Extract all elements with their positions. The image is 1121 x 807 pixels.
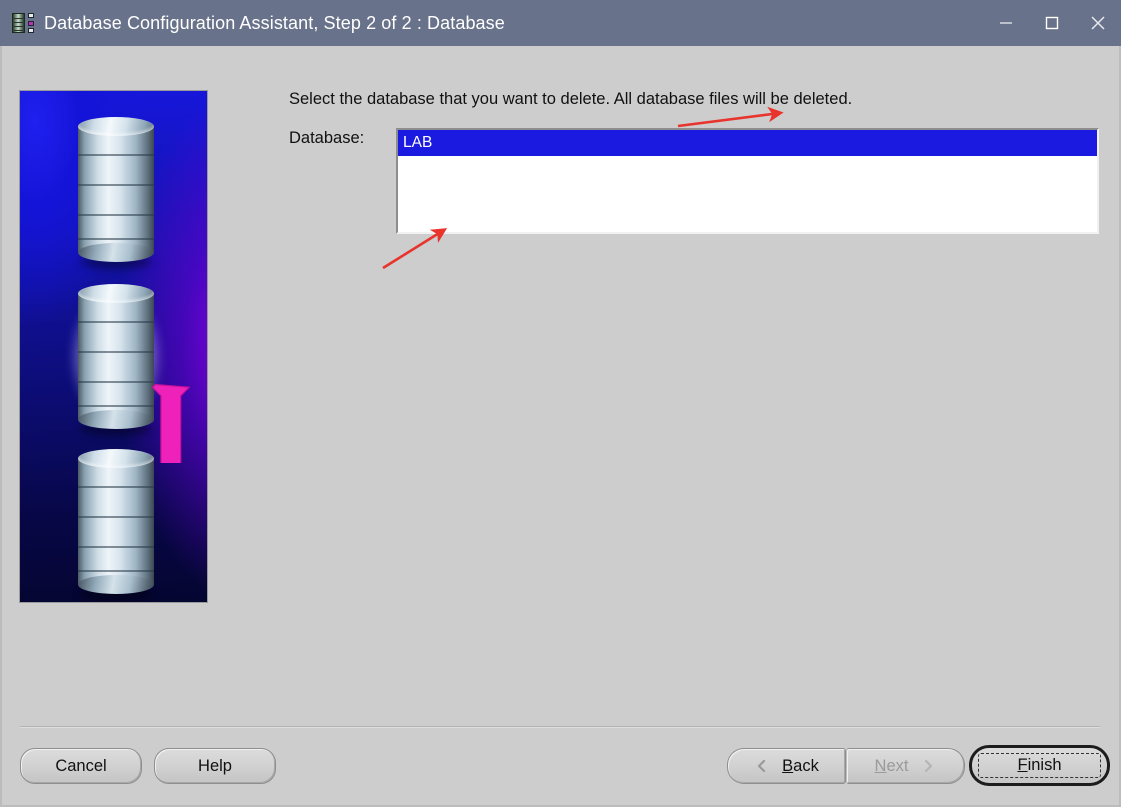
chevron-left-icon xyxy=(754,758,770,774)
finish-button[interactable]: Finish xyxy=(969,745,1110,786)
title-bar: Database Configuration Assistant, Step 2… xyxy=(0,0,1121,46)
next-button[interactable]: Next xyxy=(846,748,965,784)
page-instruction: Select the database that you want to del… xyxy=(289,90,853,108)
back-label-rest: ack xyxy=(793,756,819,775)
list-item[interactable]: LAB xyxy=(398,130,1097,156)
back-mnemonic: B xyxy=(782,756,794,775)
finish-button-focus-ring: Finish xyxy=(978,753,1101,778)
next-button-label: Next xyxy=(875,757,909,776)
database-app-icon xyxy=(12,12,34,34)
window-title: Database Configuration Assistant, Step 2… xyxy=(44,12,505,33)
next-label-rest: ext xyxy=(886,756,909,775)
cancel-button[interactable]: Cancel xyxy=(20,748,142,784)
database-listbox[interactable]: LAB xyxy=(396,128,1099,234)
finish-button-label: Finish xyxy=(1017,756,1061,775)
back-button[interactable]: Back xyxy=(727,748,846,784)
database-cylinder-1 xyxy=(78,117,154,269)
footer-separator xyxy=(20,726,1100,728)
next-mnemonic: N xyxy=(874,756,887,775)
maximize-icon[interactable] xyxy=(1029,0,1075,46)
database-cylinder-2-highlighted xyxy=(65,272,167,441)
dialog-window: Database Configuration Assistant, Step 2… xyxy=(0,0,1121,807)
help-button[interactable]: Help xyxy=(154,748,276,784)
window-controls xyxy=(983,0,1121,46)
database-cylinder-3 xyxy=(78,449,154,601)
database-cylinders-illustration xyxy=(19,90,208,603)
back-button-label: Back xyxy=(782,757,819,776)
minimize-icon[interactable] xyxy=(983,0,1029,46)
navigation-button-group: Back Next xyxy=(727,748,965,784)
chevron-right-icon xyxy=(920,758,936,774)
close-icon[interactable] xyxy=(1075,0,1121,46)
finish-mnemonic: F xyxy=(1017,756,1028,774)
finish-label-rest: inish xyxy=(1027,756,1062,774)
database-field-label: Database: xyxy=(289,129,365,147)
